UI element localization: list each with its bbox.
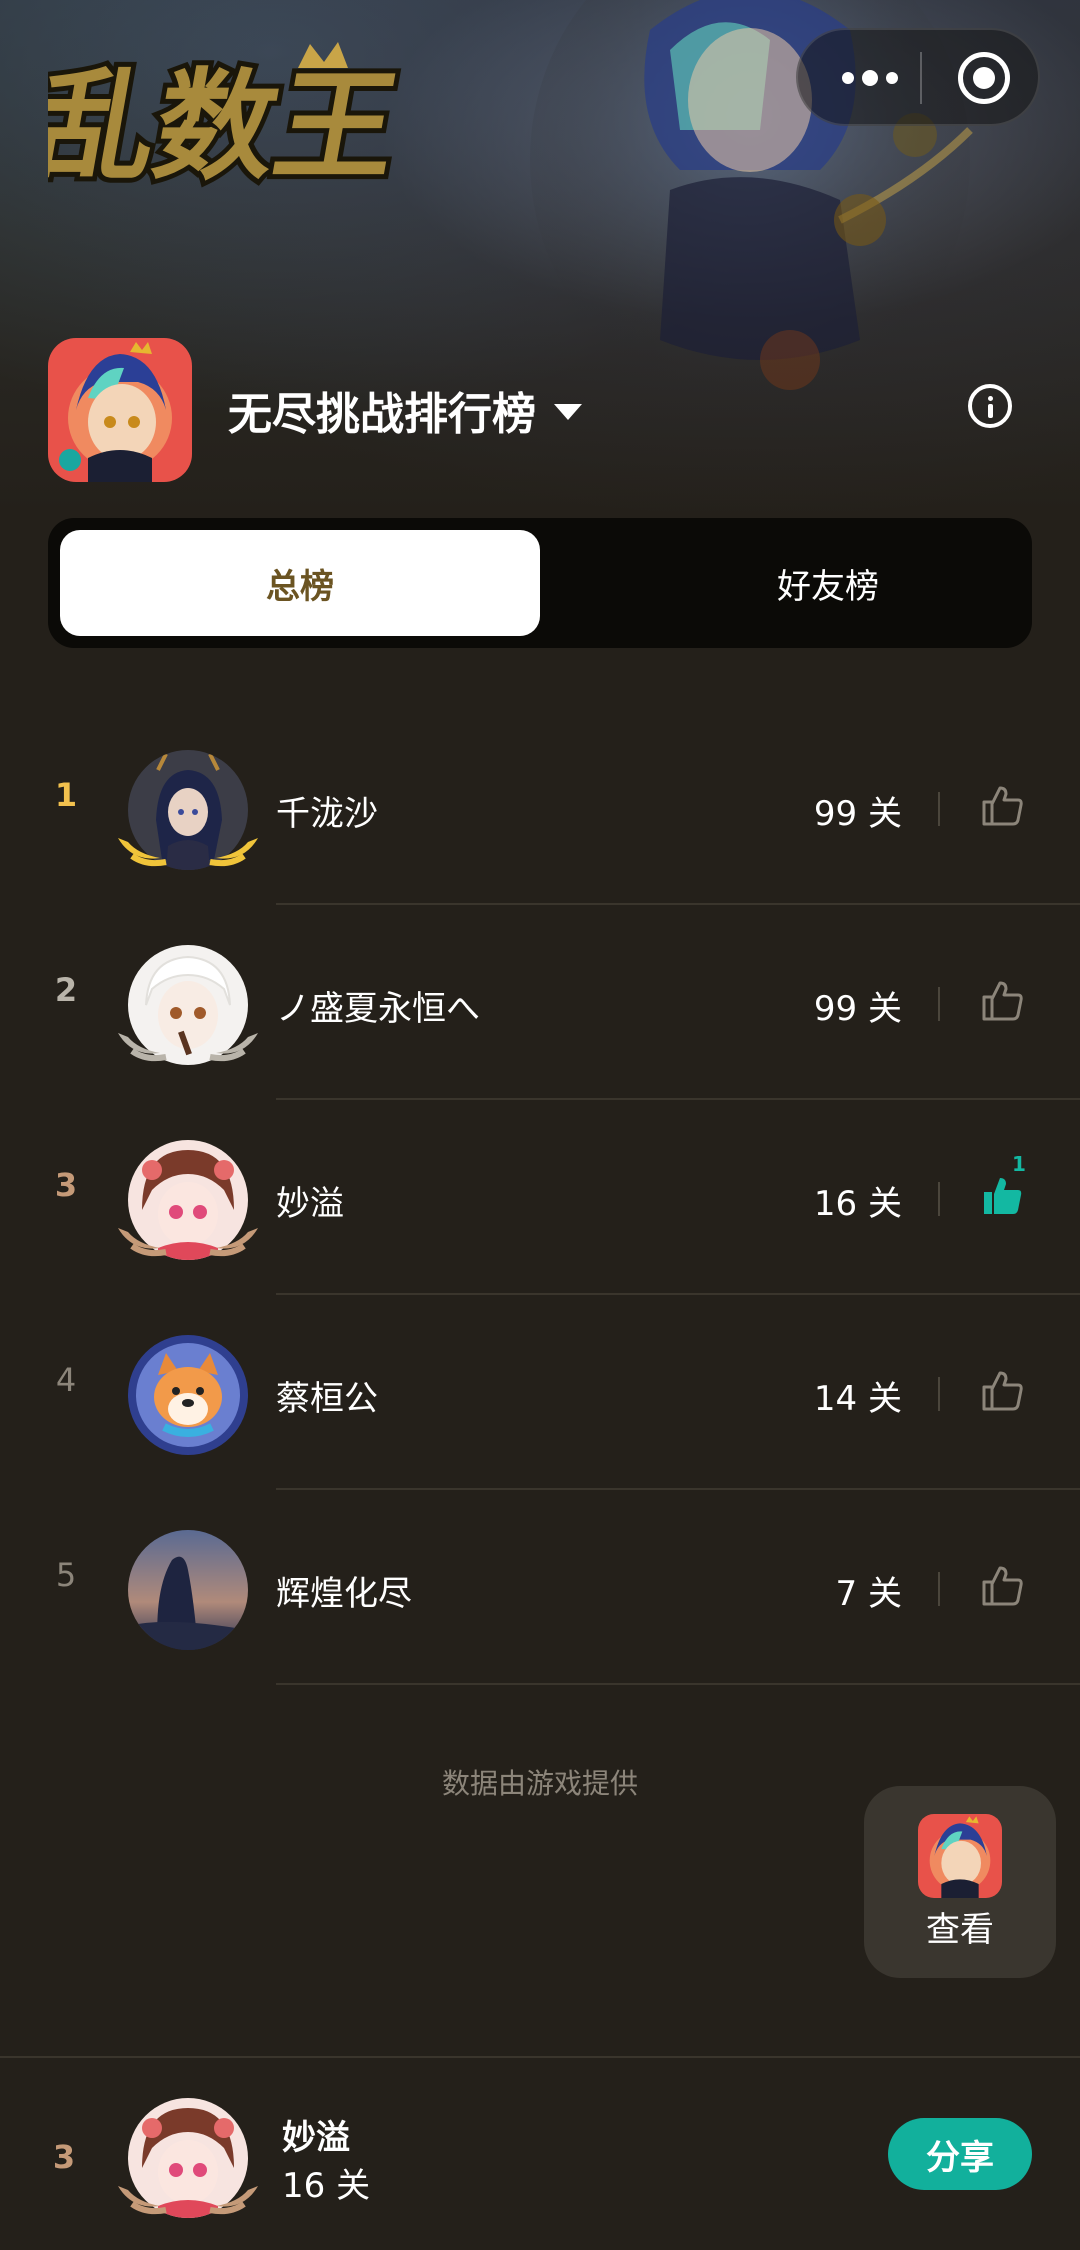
rank-number: 4 [55, 1361, 77, 1399]
caret-down-icon [554, 404, 582, 420]
player-name: ノ盛夏永恒へ [276, 989, 480, 1029]
thumbs-up-icon[interactable] [978, 1562, 1026, 1610]
player-score: 14 关 [813, 1379, 902, 1419]
player-score: 99 关 [813, 794, 902, 834]
ranking-row[interactable]: 4 蔡桓公 14 关 [0, 1295, 1080, 1490]
player-score: 16 关 [813, 1184, 902, 1224]
row-divider [938, 792, 940, 826]
bronze-laurel-icon [118, 1228, 258, 1257]
mini-program-capsule [796, 28, 1040, 126]
game-icon [918, 1814, 1002, 1898]
ranking-row[interactable]: 1 千泷沙 99 关 [0, 710, 1080, 905]
rank-number: 2 [54, 971, 78, 1009]
row-separator [276, 1683, 1080, 1685]
tab-overall[interactable]: 总榜 [60, 530, 540, 636]
close-program-icon[interactable] [958, 52, 1010, 104]
row-divider [938, 1572, 940, 1606]
row-divider [938, 987, 940, 1021]
game-icon [48, 338, 192, 482]
player-name: 千泷沙 [276, 794, 378, 834]
share-button[interactable]: 分享 [888, 2118, 1032, 2190]
avatar [128, 1335, 248, 1455]
ranking-row[interactable]: 2 ノ盛夏永恒へ 99 关 [0, 905, 1080, 1100]
bronze-laurel-icon [118, 2186, 258, 2215]
info-icon[interactable] [968, 384, 1012, 428]
rank-number: 5 [55, 1556, 77, 1594]
leaderboard-page: 乱数王 乱数王 无尽挑战排行榜 总榜 好友榜 1 千泷沙 99 关 2 ノ盛夏永… [0, 0, 1080, 2250]
tab-friends[interactable]: 好友榜 [588, 530, 1068, 636]
row-divider [938, 1182, 940, 1216]
view-game-button[interactable]: 查看 [864, 1786, 1056, 1978]
thumbs-up-icon[interactable] [978, 977, 1026, 1025]
my-ranking-bar: 3 妙溢 16 关 分享 [0, 2056, 1080, 2250]
view-label: 查看 [926, 1910, 994, 1950]
my-name: 妙溢 [282, 2118, 350, 2158]
capsule-divider [920, 52, 922, 104]
ranking-row[interactable]: 5 辉煌化尽 7 关 [0, 1490, 1080, 1685]
my-score: 16 关 [282, 2166, 371, 2206]
player-name: 妙溢 [276, 1184, 344, 1224]
my-rank: 3 [52, 2138, 76, 2176]
player-score: 7 关 [835, 1574, 902, 1614]
thumbs-up-icon[interactable] [978, 1367, 1026, 1415]
row-divider [938, 1377, 940, 1411]
gold-laurel-icon [118, 838, 258, 867]
thumbs-up-icon[interactable] [978, 782, 1026, 830]
ranking-row[interactable]: 3 妙溢 16 关 1 [0, 1100, 1080, 1295]
like-count: 1 [1012, 1152, 1026, 1176]
board-title-text: 无尽挑战排行榜 [228, 389, 536, 440]
rank-number: 3 [54, 1166, 78, 1204]
player-name: 辉煌化尽 [276, 1574, 412, 1614]
ranking-tabs: 总榜 好友榜 [48, 518, 1032, 648]
more-menu-icon[interactable] [830, 52, 910, 104]
leaderboard-selector[interactable]: 无尽挑战排行榜 [228, 378, 582, 442]
svg-text:乱数王: 乱数王 [48, 57, 409, 197]
thumbs-up-filled-icon[interactable] [978, 1172, 1026, 1220]
rank-number: 1 [54, 776, 78, 814]
avatar [128, 1530, 248, 1650]
silver-laurel-icon [118, 1033, 258, 1062]
player-name: 蔡桓公 [276, 1379, 378, 1419]
player-score: 99 关 [813, 989, 902, 1029]
game-logo: 乱数王 乱数王 [48, 42, 414, 198]
